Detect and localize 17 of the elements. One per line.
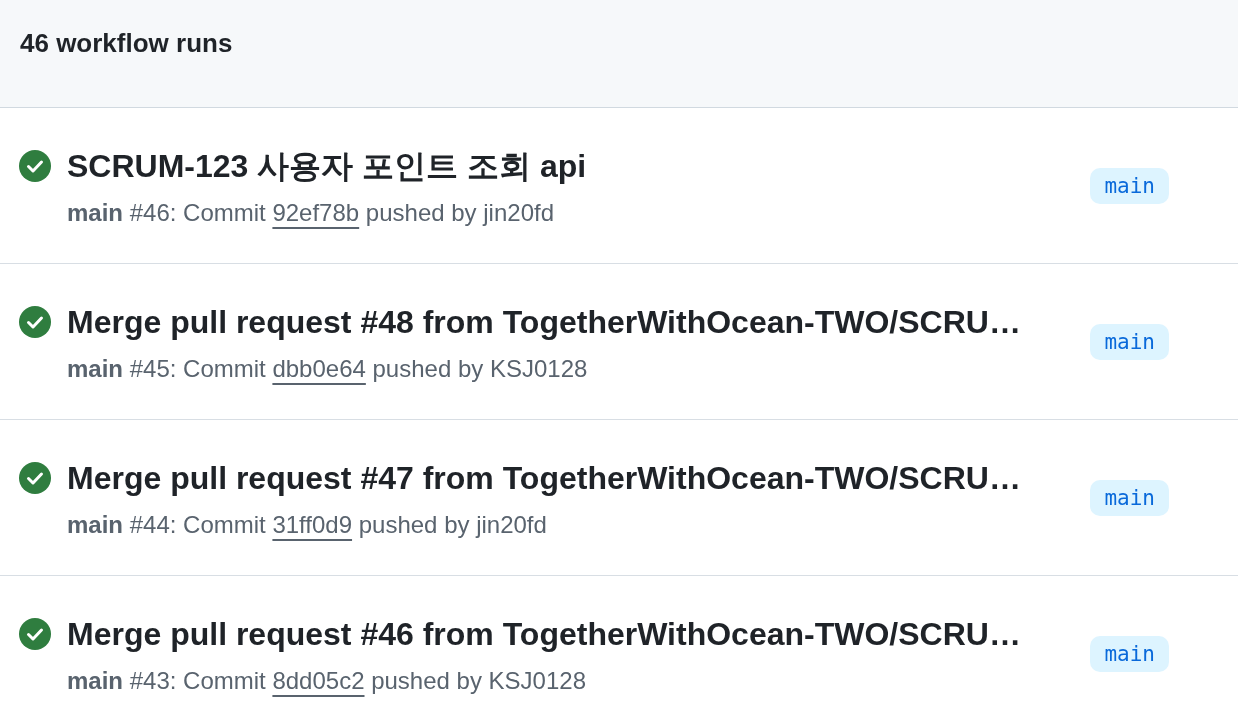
run-title-link[interactable]: Merge pull request #46 from TogetherWithOcean-TWO/SCRU… [67, 613, 1021, 655]
run-title-link[interactable]: SCRUM-123 사용자 포인트 조회 api [67, 145, 587, 187]
branch-label[interactable]: main [1090, 167, 1169, 204]
commit-link[interactable]: 31ff0d9 [272, 511, 353, 538]
commit-link[interactable]: dbb0e64 [272, 355, 366, 382]
branch-label[interactable]: main [1090, 635, 1169, 672]
run-details: main #46: Commit 92ef78b pushed by jin20fd [67, 198, 554, 228]
run-details: main #45: Commit dbb0e64 pushed by KSJ0128 [67, 354, 588, 384]
run-title-link[interactable]: Merge pull request #48 from TogetherWithOcean-TWO/SCRU… [67, 301, 1021, 343]
branch-label[interactable]: main [1090, 323, 1169, 360]
commit-link[interactable]: 92ef78b [272, 199, 360, 226]
run-details: main #44: Commit 31ff0d9 pushed by jin20fd [67, 510, 547, 540]
run-details: main #43: Commit 8dd05c2 pushed by KSJ0128 [67, 666, 586, 696]
commit-link[interactable]: 8dd05c2 [272, 667, 365, 694]
branch-label[interactable]: main [1090, 479, 1169, 516]
runs-count-heading: 46 workflow runs [20, 27, 233, 60]
run-title-link[interactable]: Merge pull request #47 from TogetherWithOcean-TWO/SCRU… [67, 457, 1021, 499]
